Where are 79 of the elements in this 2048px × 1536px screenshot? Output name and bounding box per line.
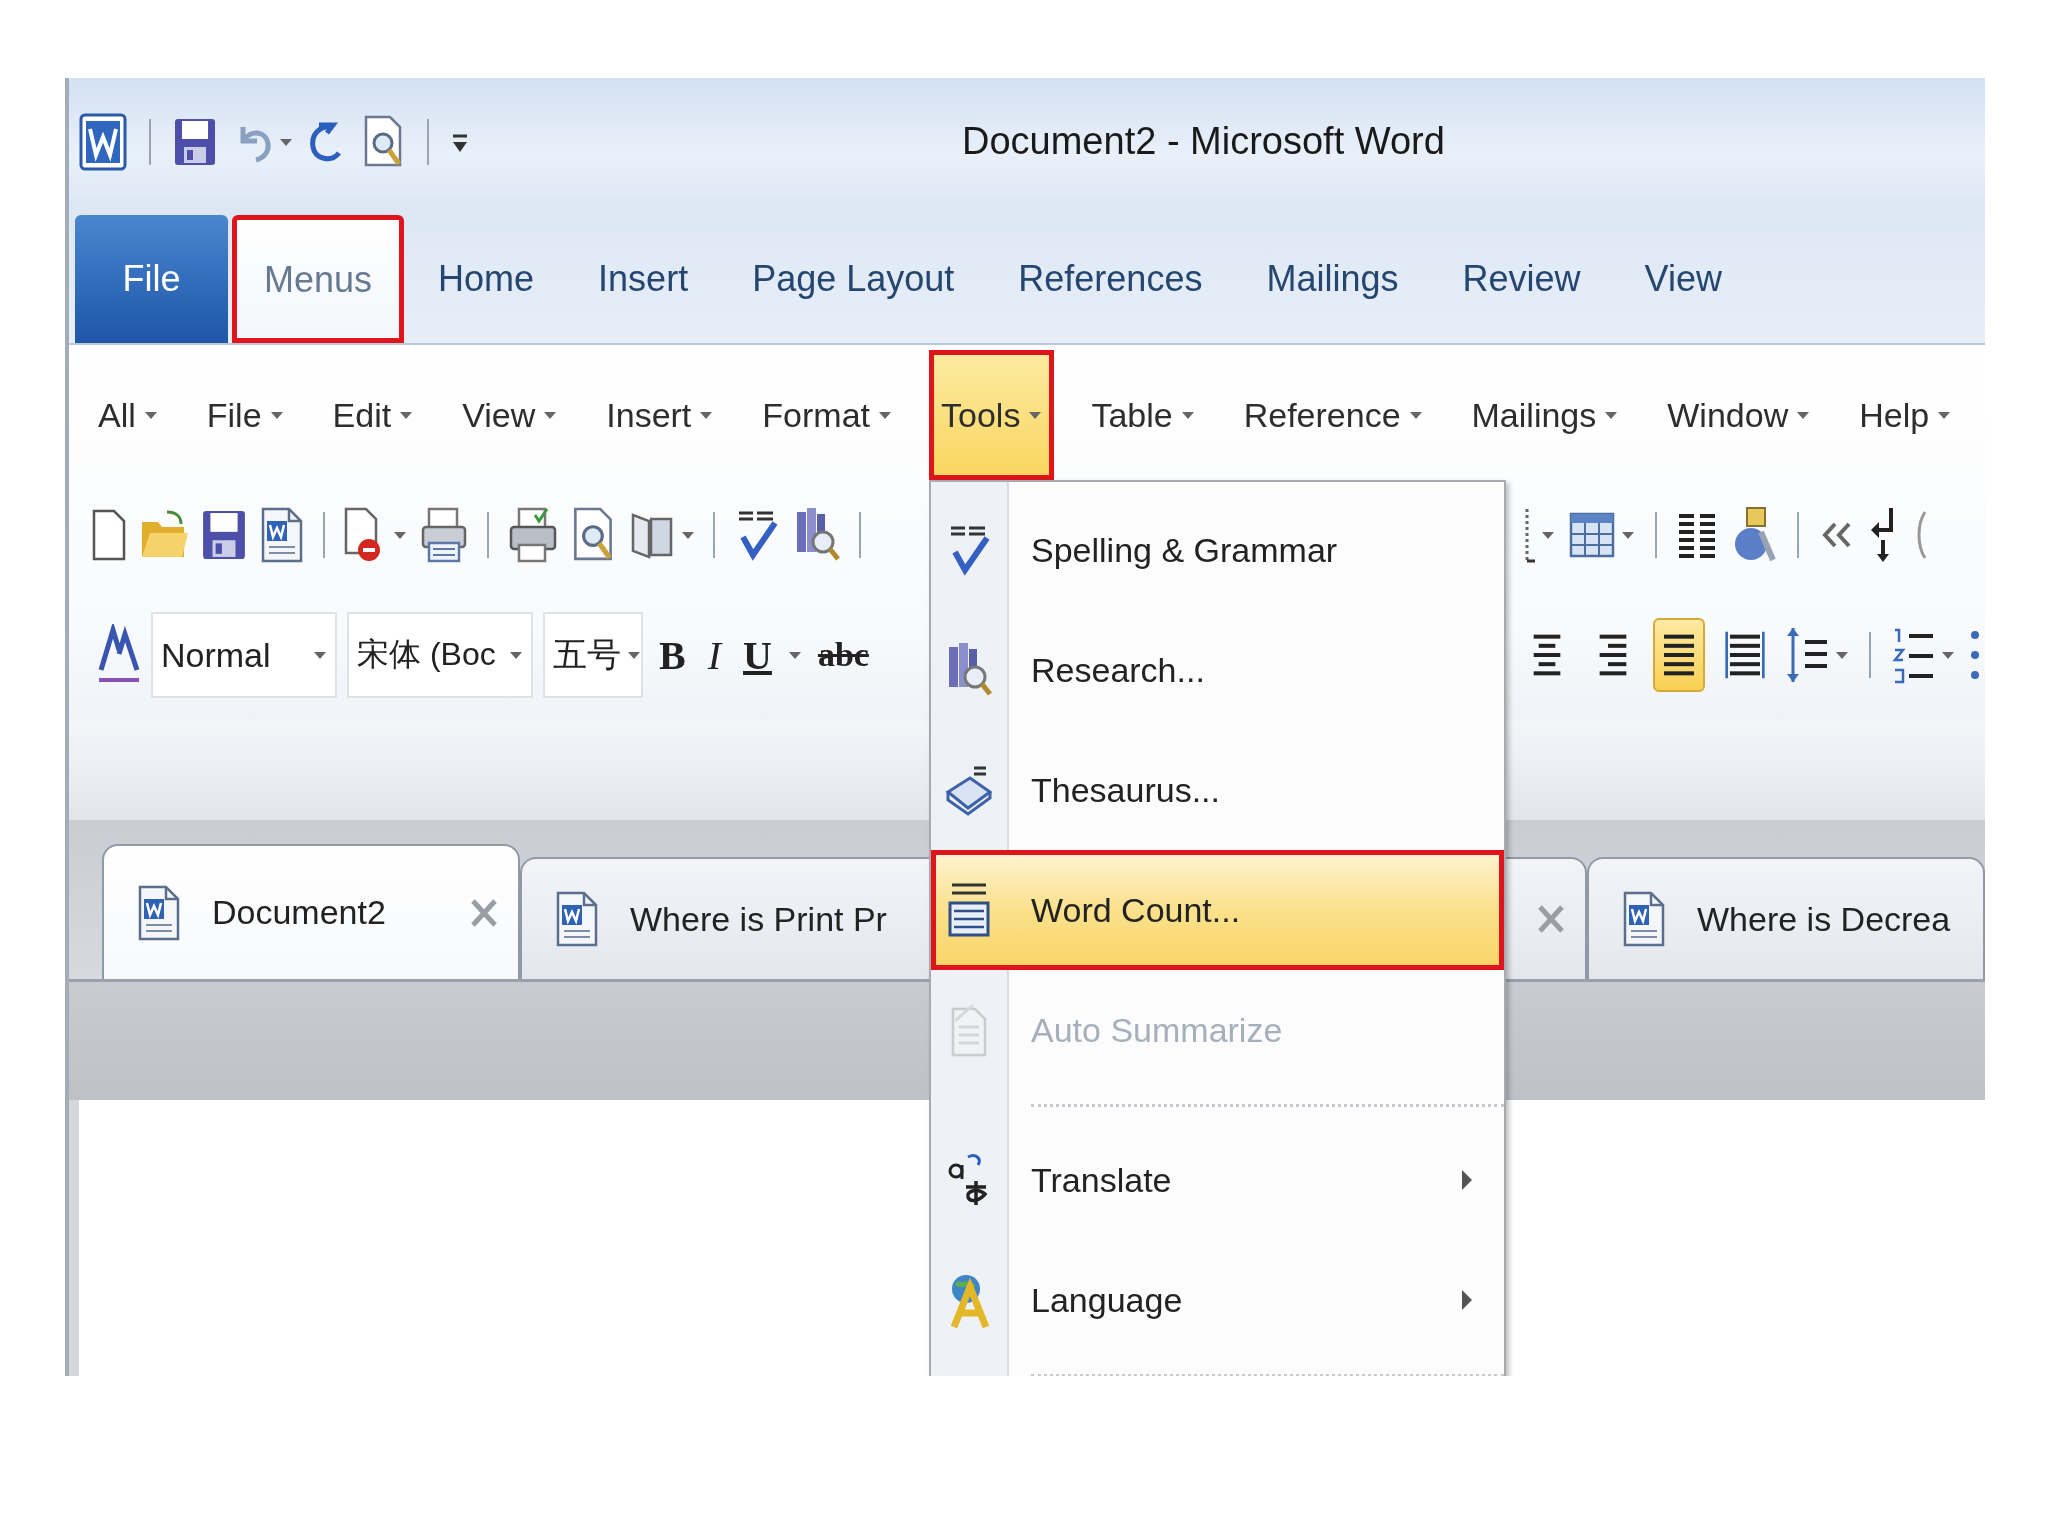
caret-icon[interactable] [1835,650,1849,660]
caret-icon[interactable] [269,410,284,420]
caret-icon[interactable] [1180,410,1195,420]
document-icon [136,884,182,941]
caret-icon[interactable] [143,410,158,420]
columns-icon[interactable] [1677,512,1717,558]
new-document-icon[interactable] [91,508,127,562]
ribbon-tab[interactable]: Review [1432,215,1611,343]
window-title: Document2 - Microsoft Word [962,120,1445,163]
menu-item[interactable]: Translate [931,1120,1504,1240]
font-size-dropdown[interactable]: 五号 [543,612,643,698]
caret-icon[interactable] [878,410,892,420]
word-count-icon [946,881,992,939]
file-tab[interactable]: File [75,215,228,343]
caret-icon[interactable] [393,530,407,540]
caret-icon[interactable] [787,650,802,660]
distribute-icon [1725,630,1765,680]
menu-bar-item[interactable]: Edit [320,350,426,480]
menu-bar-item[interactable]: View [450,350,570,480]
caret-icon[interactable] [399,410,414,420]
caret-icon[interactable] [1028,410,1043,420]
app-logo-icon[interactable] [79,112,127,171]
ribbon-tab[interactable]: Mailings [1236,215,1429,343]
caret-icon[interactable] [1937,410,1952,420]
caret-icon[interactable] [1621,530,1635,540]
caret-icon[interactable] [1796,410,1811,420]
document-icon [259,507,305,563]
ribbon-tab[interactable]: References [988,215,1233,343]
document-icon [1621,891,1667,947]
menu-bar-item[interactable]: Reference [1231,350,1435,480]
caret-icon[interactable] [313,650,327,660]
menu-bar-item[interactable]: Tools [929,350,1055,480]
save-icon[interactable] [173,116,217,167]
menu-bar-item[interactable]: File [194,350,296,480]
menu-bar-item[interactable]: Mailings [1459,350,1631,480]
ribbon-tab[interactable]: Home [408,215,565,343]
menu-bar-item[interactable]: Help [1847,350,1964,480]
menu-item[interactable]: Spelling & Grammar [931,490,1504,610]
caret-icon[interactable] [543,410,558,420]
menu-item[interactable]: Word Count... [931,850,1504,970]
menu-item[interactable]: Thesaurus... [931,730,1504,850]
menu-bar-item[interactable]: Window [1655,350,1823,480]
caret-icon[interactable] [627,650,641,660]
printer-icon[interactable] [419,507,469,563]
caret-icon[interactable] [699,410,714,420]
style-dropdown[interactable]: Normal [151,612,337,698]
caret-icon[interactable] [279,136,293,147]
menu-item[interactable]: Research... [931,610,1504,730]
caret-icon[interactable] [681,530,695,540]
ribbon-tab[interactable]: Insert [568,215,719,343]
caret-icon[interactable] [1408,410,1423,420]
strikethrough-button[interactable]: abc [811,636,875,674]
caret-icon[interactable] [1941,650,1955,660]
italic-button[interactable]: I [701,631,727,679]
save-icon[interactable] [201,508,247,562]
font-dropdown[interactable]: 宋体 (Boc [347,612,533,698]
menu-bar-item[interactable]: Table [1079,350,1207,480]
document-icon [554,891,600,947]
table-icon[interactable] [1569,512,1615,558]
arc-icon[interactable] [1915,510,1927,560]
caret-icon[interactable] [1541,530,1555,540]
caret-icon[interactable] [509,650,523,660]
caret-icon[interactable] [1604,410,1619,420]
menu-item[interactable]: Language [931,1240,1504,1360]
document-tab[interactable]: Where is Decrea [1587,857,1985,979]
ribbon-tab[interactable]: Page Layout [722,215,985,343]
menu-bar-item[interactable]: Insert [594,350,726,480]
menu-bar-item[interactable]: Format [750,350,904,480]
submenu-arrow-icon [1460,1288,1474,1312]
submenu-arrow-icon [1460,1168,1474,1192]
justify-button[interactable] [1653,618,1705,692]
bold-button[interactable]: B [653,631,692,679]
ribbon-tab[interactable]: View [1614,215,1752,343]
printer-icon[interactable] [507,507,559,563]
document-tab[interactable]: Document2 [102,844,520,979]
ribbon-tab[interactable]: Menus [232,215,405,343]
close-icon[interactable] [470,897,498,928]
menu-bar-item[interactable]: All [86,350,170,480]
underline-button[interactable]: U [737,631,778,679]
